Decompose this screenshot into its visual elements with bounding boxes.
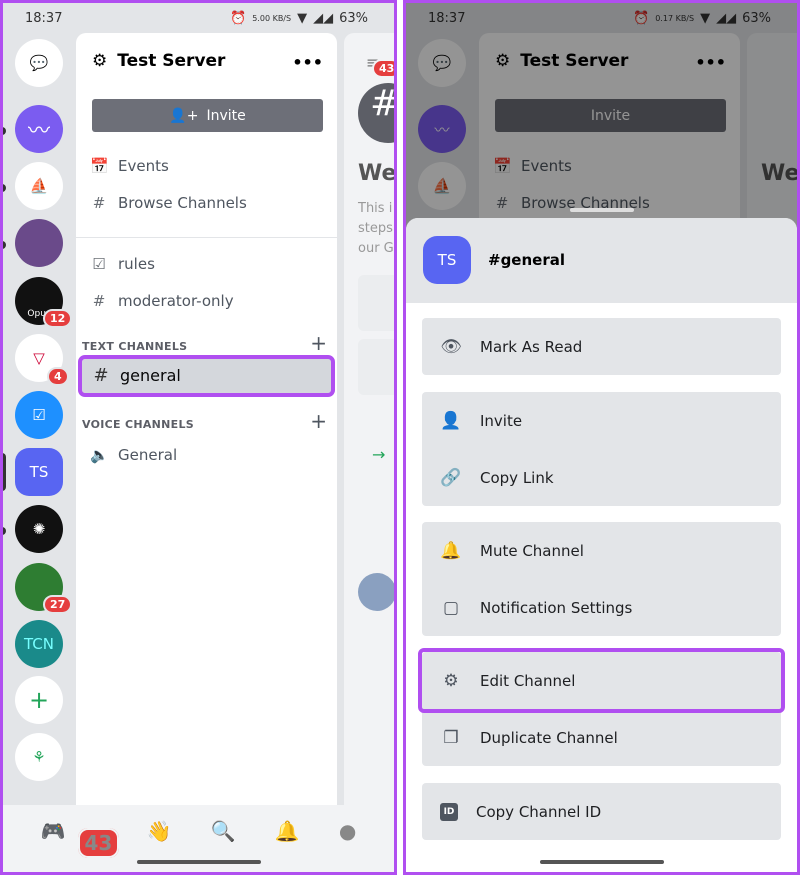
unread-badge: 4 xyxy=(47,367,69,386)
sheet-header: TS #general xyxy=(406,218,797,303)
server-icon-ts[interactable]: TS xyxy=(15,448,63,496)
notifications-tab[interactable]: 🔔 xyxy=(275,819,300,872)
add-text-channel-button[interactable]: + xyxy=(310,331,327,355)
notification-settings-item[interactable]: ▢ Notification Settings xyxy=(422,579,781,636)
server-icon[interactable]: ☑ xyxy=(15,391,63,439)
action-group: 👤 Invite 🔗 Copy Link xyxy=(422,392,781,506)
copy-channel-id-item[interactable]: ID Copy Channel ID xyxy=(422,783,781,840)
unread-badge: 12 xyxy=(43,309,73,328)
channel-list: ⚙ Test Server ••• 👤+ Invite 📅 Events # Brows… xyxy=(76,33,337,808)
explore-servers-button[interactable]: ⚘ xyxy=(15,733,63,781)
mentions-badge: 43 xyxy=(372,59,394,78)
profile-tab[interactable]: ● xyxy=(339,819,356,872)
bottom-nav: 🎮 43 👋 🔍 🔔 ● xyxy=(3,805,394,872)
mute-channel-item[interactable]: 🔔 Mute Channel xyxy=(422,522,781,579)
events-item[interactable]: 📅 Events xyxy=(90,157,169,175)
invite-item[interactable]: 👤 Invite xyxy=(422,392,781,449)
direct-messages-button[interactable]: 💬 xyxy=(15,39,63,87)
divider xyxy=(76,237,337,238)
calendar-icon: 📅 xyxy=(90,157,109,175)
rules-icon: ☑ xyxy=(92,255,106,273)
eye-icon: 👁 xyxy=(440,336,462,357)
home-tab[interactable]: 🎮 43 xyxy=(41,819,120,872)
home-indicator xyxy=(539,860,664,864)
alarm-icon: ⏰ xyxy=(230,11,247,26)
channel-preview: ≡ 43 # We This istepsour G → xyxy=(344,33,397,808)
notification-settings-icon: ▢ xyxy=(442,597,460,618)
channel-general[interactable]: # general xyxy=(78,355,335,397)
voice-channel-general[interactable]: 🔈 General xyxy=(90,446,177,464)
action-group: 👁 Mark As Read xyxy=(422,318,781,375)
id-icon: ID xyxy=(440,802,458,821)
net-speed: 5.00 KB/S xyxy=(252,14,292,23)
status-time: 18:37 xyxy=(25,11,63,26)
server-icon[interactable]: 〰 xyxy=(15,105,63,153)
phone-left: 18:37 ⏰ 5.00 KB/S ▼ ◢◢ 63% 💬 〰 ⛵ Opus 12 ▽ 4… xyxy=(0,0,397,875)
sheet-title: #general xyxy=(488,251,565,269)
speaker-icon: 🔈 xyxy=(90,446,109,464)
phone-right: 18:37 ⏰ 0.17 KB/S ▼ ◢◢ 63% ⚙ Test Server ••• … xyxy=(403,0,800,875)
welcome-card[interactable] xyxy=(358,339,394,395)
unread-badge: 27 xyxy=(43,595,73,614)
action-group: ID Copy Channel ID xyxy=(422,783,781,840)
category-text-channels[interactable]: TEXT CHANNELS xyxy=(82,340,187,353)
invite-button[interactable]: 👤+ Invite xyxy=(92,99,323,132)
channel-actions-sheet: TS #general 👁 Mark As Read 👤 Invite 🔗 Copy … xyxy=(406,218,797,872)
channel-moderator-only[interactable]: # moderator-only xyxy=(90,292,234,310)
server-header[interactable]: ⚙ Test Server xyxy=(92,51,225,71)
duplicate-icon: ❐ xyxy=(443,727,459,748)
battery-level: 63% xyxy=(339,11,368,26)
home-badge: 43 xyxy=(77,828,120,858)
wifi-icon: ▼ xyxy=(297,11,308,26)
edit-channel-item[interactable]: ⚙ Edit Channel xyxy=(418,648,785,713)
arrow-icon: → xyxy=(372,445,386,464)
channel-hash-icon: # xyxy=(358,83,394,143)
signal-icon: ◢◢ xyxy=(313,11,334,26)
server-badge-icon: ⚙ xyxy=(92,51,108,71)
duplicate-channel-item[interactable]: ❐ Duplicate Channel xyxy=(422,709,781,766)
link-icon: 🔗 xyxy=(440,467,462,488)
server-avatar: TS xyxy=(423,236,471,284)
bell-icon: 🔔 xyxy=(440,540,462,561)
home-indicator xyxy=(136,860,261,864)
add-user-icon: 👤+ xyxy=(169,107,199,124)
status-bar: 18:37 ⏰ 5.00 KB/S ▼ ◢◢ 63% xyxy=(3,3,394,33)
friends-tab[interactable]: 👋 xyxy=(147,819,172,872)
welcome-title: We xyxy=(358,161,397,186)
server-icon[interactable]: ⛵ xyxy=(15,162,63,210)
add-voice-channel-button[interactable]: + xyxy=(310,409,327,433)
add-server-button[interactable]: + xyxy=(15,676,63,724)
server-icon[interactable] xyxy=(15,219,63,267)
user-avatar xyxy=(358,573,394,611)
browse-channels-icon: # xyxy=(92,194,106,212)
copy-link-item[interactable]: 🔗 Copy Link xyxy=(422,449,781,506)
browse-channels-item[interactable]: # Browse Channels xyxy=(90,194,247,212)
server-icon[interactable]: ✺ xyxy=(15,505,63,553)
action-group: 🔔 Mute Channel ▢ Notification Settings xyxy=(422,522,781,636)
gear-icon: ⚙ xyxy=(443,670,459,691)
plus-icon: + xyxy=(28,686,50,714)
search-tab[interactable]: 🔍 xyxy=(211,819,236,872)
server-icon-tcn[interactable]: TCN xyxy=(15,620,63,668)
chat-icon: 💬 xyxy=(29,54,49,72)
locked-hash-icon: # xyxy=(92,292,106,310)
category-voice-channels[interactable]: VOICE CHANNELS xyxy=(82,418,194,431)
sheet-drag-handle[interactable] xyxy=(569,208,634,212)
welcome-card[interactable] xyxy=(358,275,394,331)
add-user-icon: 👤 xyxy=(440,410,462,431)
action-group: ⚙ Edit Channel ❐ Duplicate Channel xyxy=(418,648,785,766)
hash-icon: # xyxy=(93,365,109,386)
hub-icon: ⚘ xyxy=(32,748,46,766)
welcome-text: This i steps our G xyxy=(358,201,394,256)
channel-rules[interactable]: ☑ rules xyxy=(90,255,155,273)
server-name: Test Server xyxy=(117,51,226,71)
mark-as-read-item[interactable]: 👁 Mark As Read xyxy=(422,318,781,375)
more-options-button[interactable]: ••• xyxy=(292,53,323,72)
